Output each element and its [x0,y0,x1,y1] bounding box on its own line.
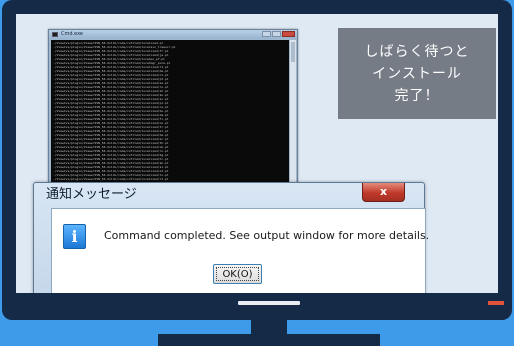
info-icon: i [63,224,86,249]
caption-box: しばらく待つと インストール 完了！ [338,28,496,119]
power-led [488,301,504,305]
dialog-close-button[interactable]: x [362,183,405,202]
dialog-message: Command completed. See output window for… [104,229,430,242]
terminal-icon [52,32,58,37]
scrollbar-thumb[interactable] [291,42,295,62]
bezel-bar [238,301,300,305]
console-title: Cmd.exe [61,31,83,37]
ok-button[interactable]: OK(O) [213,264,262,284]
monitor: Cmd.exe ./ViewCvs/plugin/ViewerSVN_56.2x… [2,0,512,320]
dialog-body: i Command completed. See output window f… [51,208,430,293]
screen: Cmd.exe ./ViewCvs/plugin/ViewerSVN_56.2x… [16,14,498,293]
focus-ring [216,267,259,281]
caption-line: インストール [372,65,462,82]
dialog-title: 通知メッセージ [46,187,137,202]
monitor-stand-base [158,334,380,346]
close-icon[interactable] [282,31,295,37]
console-window-controls [262,31,295,37]
minimize-icon[interactable] [262,31,271,37]
maximize-icon[interactable] [272,31,281,37]
console-titlebar[interactable]: Cmd.exe [49,30,297,39]
notification-dialog: 通知メッセージ x i Command completed. See outpu… [33,182,430,293]
caption-line: しばらく待つと [364,43,470,60]
caption-line: 完了！ [394,87,440,104]
